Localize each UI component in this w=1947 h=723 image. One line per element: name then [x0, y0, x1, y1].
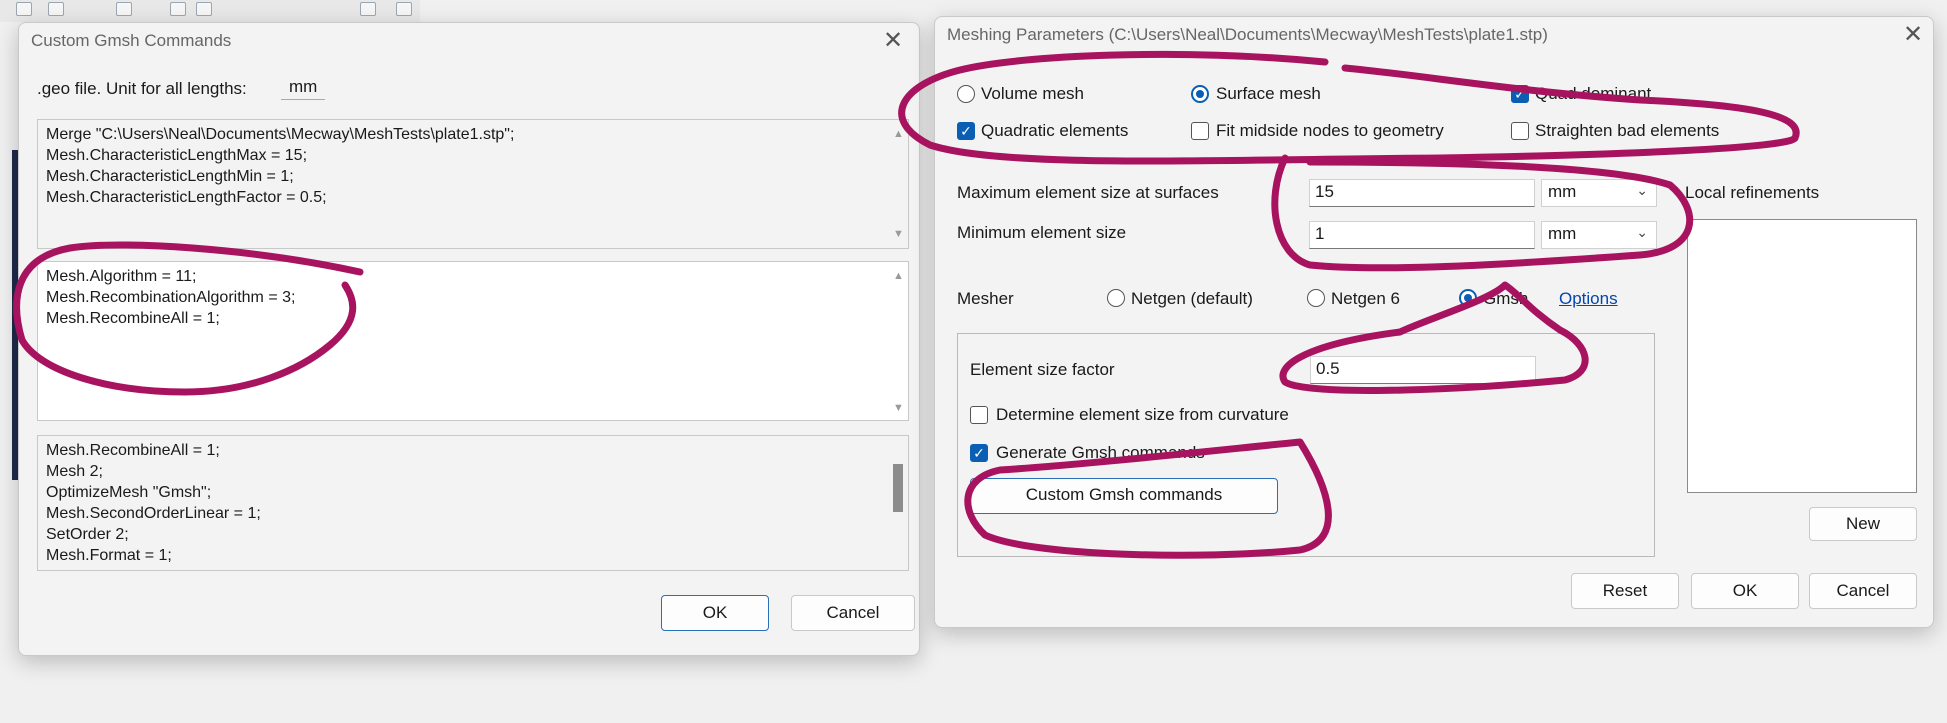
cancel-button[interactable]: Cancel: [1809, 573, 1917, 609]
ok-button[interactable]: OK: [661, 595, 769, 631]
user-commands-box[interactable]: Mesh.Algorithm = 11; Mesh.RecombinationA…: [37, 261, 909, 421]
local-refinements-list[interactable]: [1687, 219, 1917, 493]
toolbar-tool-icon[interactable]: [196, 2, 212, 16]
pre-commands-box[interactable]: Merge "C:\Users\Neal\Documents\Mecway\Me…: [37, 119, 909, 249]
options-link[interactable]: Options: [1559, 289, 1618, 309]
min-size-unit-select[interactable]: mm ⌄: [1541, 221, 1657, 249]
generate-cmds-label: Generate Gmsh commands: [996, 443, 1205, 462]
surface-mesh-radio[interactable]: [1191, 85, 1209, 103]
scroll-down-icon[interactable]: ▼: [893, 228, 904, 240]
unit-label: .geo file. Unit for all lengths:: [37, 79, 247, 98]
straighten-checkbox[interactable]: [1511, 122, 1529, 140]
chevron-down-icon: ⌄: [1636, 182, 1648, 198]
max-size-unit-select[interactable]: mm ⌄: [1541, 179, 1657, 207]
volume-mesh-radio[interactable]: [957, 85, 975, 103]
background-toolbar: [0, 0, 420, 22]
netgen-default-label: Netgen (default): [1131, 289, 1253, 308]
toolbar-tool-icon[interactable]: [48, 2, 64, 16]
cancel-button[interactable]: Cancel: [791, 595, 915, 631]
ok-button[interactable]: OK: [1691, 573, 1799, 609]
quadratic-checkbox[interactable]: ✓: [957, 122, 975, 140]
custom-gmsh-dialog: Custom Gmsh Commands ✕ .geo file. Unit f…: [18, 22, 920, 656]
generate-cmds-checkbox[interactable]: ✓: [970, 444, 988, 462]
fit-midside-checkbox[interactable]: [1191, 122, 1209, 140]
chevron-down-icon: ⌄: [1636, 224, 1648, 240]
dialog-title: Custom Gmsh Commands: [31, 31, 232, 50]
scroll-thumb[interactable]: [893, 464, 903, 512]
reset-button[interactable]: Reset: [1571, 573, 1679, 609]
unit-value[interactable]: mm: [281, 75, 326, 100]
max-size-unit-value: mm: [1548, 182, 1577, 201]
straighten-label: Straighten bad elements: [1535, 121, 1720, 140]
netgen6-label: Netgen 6: [1331, 289, 1400, 308]
toolbar-tool-icon[interactable]: [170, 2, 186, 16]
toolbar-tool-icon[interactable]: [360, 2, 376, 16]
toolbar-tool-icon[interactable]: [116, 2, 132, 16]
scrollbar[interactable]: ▲ ▼: [888, 120, 908, 248]
close-icon[interactable]: ✕: [883, 29, 903, 53]
gmsh-radio[interactable]: [1459, 289, 1477, 307]
quad-dominant-checkbox[interactable]: ✓: [1511, 85, 1529, 103]
gmsh-options-group: Element size factor 0.5 Determine elemen…: [957, 333, 1655, 557]
toolbar-tool-icon[interactable]: [396, 2, 412, 16]
scrollbar[interactable]: ▲ ▼: [888, 262, 908, 420]
post-commands-box[interactable]: Mesh.RecombineAll = 1; Mesh 2; OptimizeM…: [37, 435, 909, 571]
curvature-label: Determine element size from curvature: [996, 405, 1289, 424]
netgen6-radio[interactable]: [1307, 289, 1325, 307]
min-size-unit-value: mm: [1548, 224, 1577, 243]
fit-midside-label: Fit midside nodes to geometry: [1216, 121, 1444, 140]
quad-dominant-label: Quad dominant: [1535, 84, 1652, 103]
scroll-down-icon[interactable]: ▼: [893, 402, 904, 414]
volume-mesh-label: Volume mesh: [981, 84, 1084, 103]
toolbar-tool-icon[interactable]: [16, 2, 32, 16]
custom-gmsh-commands-button[interactable]: Custom Gmsh commands: [970, 478, 1278, 514]
min-size-input[interactable]: 1: [1309, 221, 1535, 249]
local-refinements-label: Local refinements: [1685, 183, 1820, 202]
max-size-label: Maximum element size at surfaces: [957, 183, 1219, 202]
size-factor-label: Element size factor: [970, 360, 1115, 379]
min-size-label: Minimum element size: [957, 223, 1127, 242]
scrollbar[interactable]: [888, 436, 908, 570]
user-commands-text: Mesh.Algorithm = 11; Mesh.RecombinationA…: [46, 268, 296, 327]
mesher-label: Mesher: [957, 289, 1014, 308]
scroll-up-icon[interactable]: ▲: [893, 128, 904, 140]
scroll-up-icon[interactable]: ▲: [893, 270, 904, 282]
size-factor-input[interactable]: 0.5: [1310, 356, 1536, 384]
new-button[interactable]: New: [1809, 507, 1917, 541]
pre-commands-text: Merge "C:\Users\Neal\Documents\Mecway\Me…: [46, 126, 515, 206]
meshing-parameters-dialog: Meshing Parameters (C:\Users\Neal\Docume…: [934, 16, 1934, 628]
quadratic-label: Quadratic elements: [981, 121, 1129, 140]
post-commands-text: Mesh.RecombineAll = 1; Mesh 2; OptimizeM…: [46, 442, 261, 564]
gmsh-label: Gmsh: [1483, 289, 1529, 308]
close-icon[interactable]: ✕: [1903, 23, 1923, 47]
curvature-checkbox[interactable]: [970, 406, 988, 424]
netgen-default-radio[interactable]: [1107, 289, 1125, 307]
surface-mesh-label: Surface mesh: [1216, 84, 1321, 103]
dialog-title: Meshing Parameters (C:\Users\Neal\Docume…: [947, 25, 1548, 44]
max-size-input[interactable]: 15: [1309, 179, 1535, 207]
